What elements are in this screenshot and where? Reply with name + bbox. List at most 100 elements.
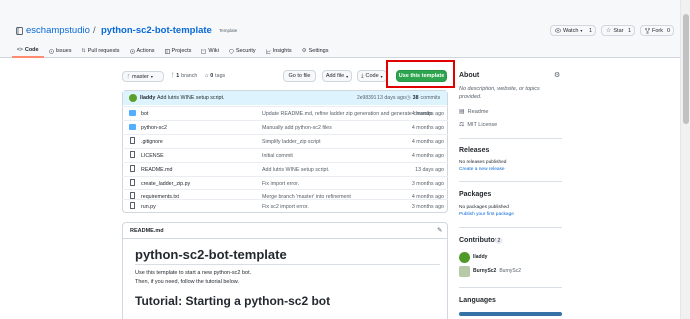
branch-icon: ᚴ	[171, 73, 175, 79]
tab-label: Security	[235, 48, 256, 54]
gear-icon[interactable]: ⚙	[554, 71, 560, 79]
tags-link[interactable]: ⌂ 0 tags	[205, 73, 225, 79]
file-commit-message[interactable]: Simplify ladder_zip script	[262, 139, 321, 145]
file-time: 4 months ago	[411, 125, 444, 131]
file-time: 13 days ago	[415, 167, 444, 173]
tag-icon: ⌂	[205, 73, 209, 79]
file-name[interactable]: create_ladder_zip.py	[141, 181, 190, 187]
tab-label: Wiki	[208, 48, 219, 54]
law-icon: ⚖	[459, 122, 465, 128]
tab-label: Pull requests	[87, 48, 120, 54]
readme-header-divider	[123, 238, 447, 239]
branch-select[interactable]: ᚴ master ▾	[122, 71, 164, 82]
file-row[interactable]: bot Update README.md, refine ladder zip …	[122, 106, 448, 120]
branch-name: master	[132, 73, 149, 80]
tab-wiki[interactable]: Wiki	[196, 44, 223, 58]
language-bar	[459, 312, 562, 316]
file-commit-message[interactable]: Fix sc2 import error.	[262, 204, 309, 210]
file-commit-message[interactable]: Manually add python-sc2 files	[262, 125, 332, 131]
sidebar-divider	[459, 227, 562, 228]
repo-name-link[interactable]: python-sc2-bot-template	[101, 25, 212, 36]
readme-filename: README.md	[130, 228, 164, 234]
packages-title[interactable]: Packages	[459, 191, 491, 198]
create-release-link[interactable]: Create a new release	[459, 167, 505, 172]
repo-owner-link[interactable]: eschampstudio	[26, 25, 90, 36]
releases-title[interactable]: Releases	[459, 147, 489, 154]
commits-link[interactable]: ◷ 38 commits	[406, 95, 440, 101]
license-link[interactable]: ⚖ MIT License	[459, 121, 498, 129]
star-label: Star	[613, 27, 624, 34]
file-commit-message[interactable]: Fix import error.	[262, 181, 299, 187]
file-name[interactable]: python-sc2	[141, 125, 167, 131]
tab-actions[interactable]: Actions	[125, 44, 160, 58]
chevron-down-icon: ▾	[346, 73, 349, 79]
go-to-file-label: Go to file	[288, 73, 311, 79]
tab-pull-requests[interactable]: ⇅ Pull requests	[77, 44, 125, 58]
file-name[interactable]: bot	[141, 111, 148, 117]
contributor-item[interactable]: lladdy	[459, 251, 490, 263]
readme-link[interactable]: ▤ Readme	[459, 108, 488, 116]
tags-label: tags	[215, 73, 226, 79]
scrollbar[interactable]	[680, 0, 690, 319]
tab-insights[interactable]: Insights	[261, 44, 297, 58]
tab-label: Actions	[136, 48, 155, 54]
tab-projects[interactable]: Projects	[160, 44, 197, 58]
readme-paragraph-2: Then, if you need, follow the tutorial b…	[135, 279, 239, 285]
file-time: 3 months ago	[411, 181, 444, 187]
languages-title: Languages	[459, 297, 496, 304]
gear-icon: ⚙	[301, 48, 307, 54]
file-time: 4 months ago	[411, 139, 444, 145]
branches-link[interactable]: ᚴ 1 branch	[171, 73, 197, 79]
branches-count: 1	[176, 73, 180, 79]
file-row[interactable]: create_ladder_zip.py Fix import error. 3…	[122, 176, 448, 190]
chevron-down-icon: ▾	[380, 73, 383, 79]
file-row[interactable]: LICENSE Initial commit 4 months ago	[122, 148, 448, 162]
pencil-icon[interactable]: ✎	[437, 226, 442, 234]
commit-author[interactable]: lladdy	[140, 95, 155, 101]
contributor-login: BurnySc2	[473, 268, 497, 274]
file-commit-message[interactable]: Initial commit	[262, 153, 293, 159]
scrollbar-thumb[interactable]	[683, 14, 689, 124]
tab-settings[interactable]: ⚙ Settings	[297, 44, 334, 58]
branch-icon: ᚴ	[127, 73, 131, 80]
contributor-login: lladdy	[473, 254, 488, 260]
tab-issues[interactable]: Issues	[44, 44, 77, 58]
readme-subtitle: Tutorial: Starting a python-sc2 bot	[135, 294, 331, 308]
tab-code[interactable]: <> Code	[12, 44, 44, 58]
book-icon: ▤	[459, 109, 465, 115]
add-file-button[interactable]: Add file ▾	[322, 70, 352, 82]
file-row[interactable]: python-sc2 Manually add python-sc2 files…	[122, 120, 448, 134]
contributor-item[interactable]: BurnySc2 BurnySc2	[459, 265, 521, 277]
about-description: No description, website, or topics provi…	[459, 86, 540, 100]
code-icon: <>	[17, 47, 23, 53]
packages-text: No packages published	[459, 205, 509, 210]
avatar	[459, 265, 470, 277]
file-name[interactable]: LICENSE	[141, 153, 164, 159]
publish-package-link[interactable]: Publish your first package	[459, 212, 514, 217]
go-to-file-button[interactable]: Go to file	[283, 70, 316, 82]
license-link-label: MIT License	[467, 121, 498, 128]
star-button[interactable]: ☆ Star 1	[601, 25, 635, 36]
tab-security[interactable]: Security	[224, 44, 261, 58]
code-dropdown-button[interactable]: ⤓ Code ▾	[357, 70, 387, 82]
file-commit-message[interactable]: Update README.md, refine ladder zip gene…	[262, 111, 433, 117]
fork-label: Fork	[652, 27, 663, 34]
star-icon: ☆	[606, 28, 612, 34]
file-name[interactable]: .gitignore	[141, 139, 163, 145]
file-commit-message[interactable]: Add lutris WINE setup script.	[262, 167, 329, 173]
sidebar-divider	[459, 181, 562, 182]
file-row[interactable]: run.py Fix sc2 import error. 3 months ag…	[122, 199, 448, 212]
watch-button[interactable]: Watch ▾ 1	[550, 25, 596, 36]
file-name[interactable]: run.py	[141, 204, 156, 210]
file-name[interactable]: README.md	[141, 167, 173, 173]
projects-icon	[164, 48, 170, 54]
fork-button[interactable]: Fork 0	[640, 25, 674, 36]
file-icon	[130, 137, 135, 144]
releases-text: No releases published	[459, 160, 507, 165]
commit-message[interactable]: Add lutris WINE setup script.	[157, 95, 224, 101]
repo-icon	[16, 27, 23, 35]
file-row[interactable]: .gitignore Simplify ladder_zip script 4 …	[122, 134, 448, 148]
file-icon	[130, 202, 135, 209]
file-row[interactable]: README.md Add lutris WINE setup script. …	[122, 162, 448, 176]
commit-hash[interactable]: 2e98391	[357, 95, 376, 101]
